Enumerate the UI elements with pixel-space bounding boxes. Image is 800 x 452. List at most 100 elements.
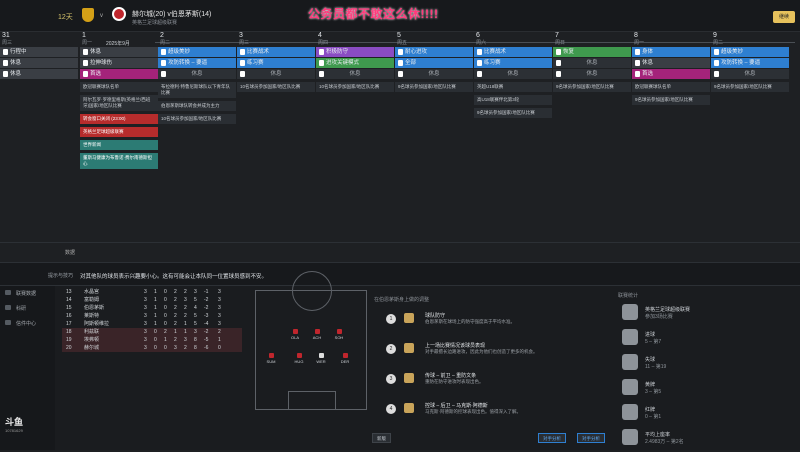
- tactic-item[interactable]: 4 控球 – 后卫 – 马克斯·阿德斯 马克斯·阿德斯的控球表现出色。值得深入了…: [372, 397, 612, 423]
- training-label: 休息: [90, 49, 102, 55]
- event-card[interactable]: 10名球员参加国家/地区队比赛: [316, 82, 394, 92]
- analysis-button[interactable]: 对手分析: [577, 433, 605, 443]
- training-slot[interactable]: 休息: [474, 69, 552, 79]
- training-slot[interactable]: 比赛战术: [474, 47, 552, 57]
- training-icon: [240, 71, 245, 77]
- table-row[interactable]: 17 阿斯顿维拉 3 1 0 2 1 5 -4 3: [62, 320, 242, 328]
- table-cell-pts: 3: [218, 305, 221, 311]
- day-column[interactable]: 2 周二 超级美妙 攻防转换 – 要逼 休息 布拉德利·特鲁尼斯球队以下青年队比赛 伯恩茅…: [158, 32, 236, 242]
- day-column[interactable]: 4 周四 积极防守 进攻关键模式 休息 10名球员参加国家/地区队比赛: [316, 32, 394, 242]
- table-row[interactable]: 19 埃弗顿 3 0 1 2 3 8 -5 1: [62, 336, 242, 344]
- table-row[interactable]: 15 伯恩茅斯 3 1 0 2 2 4 -2 3: [62, 304, 242, 312]
- event-card[interactable]: 伯恩茅斯球队转会并成为主力: [158, 101, 236, 111]
- day-column[interactable]: 7 周日 恢复 休息 休息 9名球员参加国家/地区队比赛: [553, 32, 631, 242]
- tactic-item[interactable]: 3 传球 – 前卫 – 重防文条 重防在防守进攻时表现出色。: [372, 367, 612, 393]
- shirt-icon: [292, 329, 298, 334]
- training-icon: [635, 49, 640, 55]
- event-card[interactable]: 董斯马健康为布鲁诺·费尔南德斯担心: [80, 153, 158, 169]
- pitch-player[interactable]: WER: [308, 353, 334, 364]
- day-column[interactable]: 9 周二 超级美妙 攻防转换 – 要逼 休息 9名球员参加国家/地区队比赛: [711, 32, 789, 242]
- tactic-item[interactable]: 2 上一场比赛情况该球员表现 对手最擅长边路进攻，因此为他们也创造了更多的机会。: [372, 337, 612, 363]
- event-card[interactable]: 欧冠联赛球队名单: [80, 82, 158, 92]
- pitch-player[interactable]: SOH: [326, 329, 352, 340]
- next-match[interactable]: 赫尔城(20) v伯恩茅斯(14): [132, 9, 211, 19]
- training-slot[interactable]: 休息: [395, 69, 473, 79]
- training-icon: [556, 60, 561, 66]
- training-slot[interactable]: 攻防转换 – 要逼: [711, 58, 789, 68]
- training-slot[interactable]: 攻防转换 – 要逼: [158, 58, 236, 68]
- day-column[interactable]: 3 周三 比赛战术 练习赛 休息 10名球员参加国家/地区队比赛: [237, 32, 315, 242]
- table-row[interactable]: 18 利兹联 3 0 2 1 1 3 -2 2: [62, 328, 242, 336]
- event-card[interactable]: 10名球员参加国家/地区队比赛: [237, 82, 315, 92]
- training-slot[interactable]: 休息: [0, 58, 78, 68]
- training-slot[interactable]: 恢复: [553, 47, 631, 57]
- day-column[interactable]: 8 周一 身体 休息 首选 欧冠联赛球队名单 9名球员参加国家/地区队比赛: [632, 32, 710, 242]
- training-label: 休息: [10, 60, 22, 66]
- event-card[interactable]: 欧冠联赛球队名单: [632, 82, 710, 92]
- training-slot[interactable]: 休息: [632, 58, 710, 68]
- training-slot[interactable]: 耐心进攻: [395, 47, 473, 57]
- event-card[interactable]: 世界新闻: [80, 140, 158, 150]
- training-slot[interactable]: 拉伸球伤: [80, 58, 158, 68]
- training-slot[interactable]: 休息: [711, 69, 789, 79]
- training-slot[interactable]: 超级美妙: [158, 47, 236, 57]
- training-slot[interactable]: 休息: [316, 69, 394, 79]
- event-card[interactable]: 9名球员参加国家/地区队比赛: [474, 108, 552, 118]
- training-slot[interactable]: 练习赛: [474, 58, 552, 68]
- continue-button[interactable]: 继续: [773, 11, 795, 23]
- new-button[interactable]: 新版: [372, 433, 391, 443]
- training-label: 休息: [191, 71, 203, 77]
- day-column[interactable]: 1 周一 2025年9月 休息 拉伸球伤 首选 欧冠联赛球队名单 阿尔瓦罗·罗德里格斯(英格…: [80, 32, 158, 242]
- report-button[interactable]: 对手分析: [538, 433, 566, 443]
- training-slot[interactable]: 积极防守: [316, 47, 394, 57]
- opponent-crest-icon[interactable]: [112, 7, 126, 21]
- event-card[interactable]: 布拉德利·特鲁尼斯球队以下青年队比赛: [158, 82, 236, 98]
- stat-item: 黄牌 3 – 第5: [618, 377, 798, 399]
- event-card[interactable]: 10名球员参加国家/地区队比赛: [158, 114, 236, 124]
- table-row[interactable]: 14 富勒姆 3 1 0 2 3 5 -2 3: [62, 296, 242, 304]
- training-slot[interactable]: 全部: [395, 58, 473, 68]
- training-slot[interactable]: 比赛战术: [237, 47, 315, 57]
- table-row[interactable]: 16 莱斯特 3 1 0 2 2 5 -3 3: [62, 312, 242, 320]
- training-slot[interactable]: 超级美妙: [711, 47, 789, 57]
- sidebar-item-inbox[interactable]: 信件中心: [0, 316, 55, 331]
- training-slot[interactable]: 首选: [80, 69, 158, 79]
- training-icon: [83, 49, 88, 55]
- training-slot[interactable]: 行程中: [0, 47, 78, 57]
- pitch-player[interactable]: SUM: [258, 353, 284, 364]
- event-card[interactable]: 9名球员参加国家/地区队比赛: [395, 82, 473, 92]
- training-slot[interactable]: 首选: [632, 69, 710, 79]
- table-cell-pos: 16: [66, 313, 72, 319]
- sidebar-item-league-stats[interactable]: 联赛数据: [0, 286, 55, 301]
- day-column[interactable]: 6 周六 比赛战术 练习赛 休息 英超U18联赛 高U18联赛伴北第3轮 9名球员参加国家/…: [474, 32, 552, 242]
- table-row[interactable]: 13 水晶宫 3 1 0 2 2 3 -1 3: [62, 288, 242, 296]
- day-column[interactable]: 31 周三 行程中 休息 休息: [0, 32, 78, 242]
- tactic-item[interactable]: 1 球队防守 伯恩茅斯在球场上的防守强度高于平均水准。: [372, 307, 612, 333]
- event-card[interactable]: 高U18联赛伴北第3轮: [474, 95, 552, 105]
- training-slot[interactable]: 进攻关键模式: [316, 58, 394, 68]
- training-slot[interactable]: 休息: [80, 47, 158, 57]
- training-slot[interactable]: 身体: [632, 47, 710, 57]
- training-slot[interactable]: 休息: [158, 69, 236, 79]
- event-card[interactable]: 英格兰足球超级联赛: [80, 127, 158, 137]
- training-slot[interactable]: 休息: [0, 69, 78, 79]
- training-slot[interactable]: 休息: [237, 69, 315, 79]
- day-column[interactable]: 5 周五 耐心进攻 全部 休息 9名球员参加国家/地区队比赛: [395, 32, 473, 242]
- event-card[interactable]: 9名球员参加国家/地区队比赛: [553, 82, 631, 92]
- table-row[interactable]: 20 赫尔城 3 0 0 3 2 8 -6 0: [62, 344, 242, 352]
- event-card[interactable]: 阿尔瓦罗·罗德里格斯(英格兰/西班牙)国家/地区队比赛: [80, 95, 158, 111]
- sidebar-item-research[interactable]: 科研: [0, 301, 55, 316]
- sidebar-item-label: 联赛数据: [16, 291, 37, 297]
- event-card[interactable]: 转会窗口关闭 (23:00): [80, 114, 158, 124]
- club-crest-icon[interactable]: [82, 8, 94, 22]
- event-card[interactable]: 9名球员参加国家/地区队比赛: [711, 82, 789, 92]
- training-slot[interactable]: 练习赛: [237, 58, 315, 68]
- training-icon: [556, 71, 561, 77]
- table-cell-gd: -1: [204, 289, 209, 295]
- event-card[interactable]: 英超U18联赛: [474, 82, 552, 92]
- event-card[interactable]: 9名球员参加国家/地区队比赛: [632, 95, 710, 105]
- table-cell-d: 0: [164, 297, 167, 303]
- training-slot[interactable]: 休息: [553, 58, 631, 68]
- pitch-player[interactable]: DER: [332, 353, 358, 364]
- training-slot[interactable]: 休息: [553, 69, 631, 79]
